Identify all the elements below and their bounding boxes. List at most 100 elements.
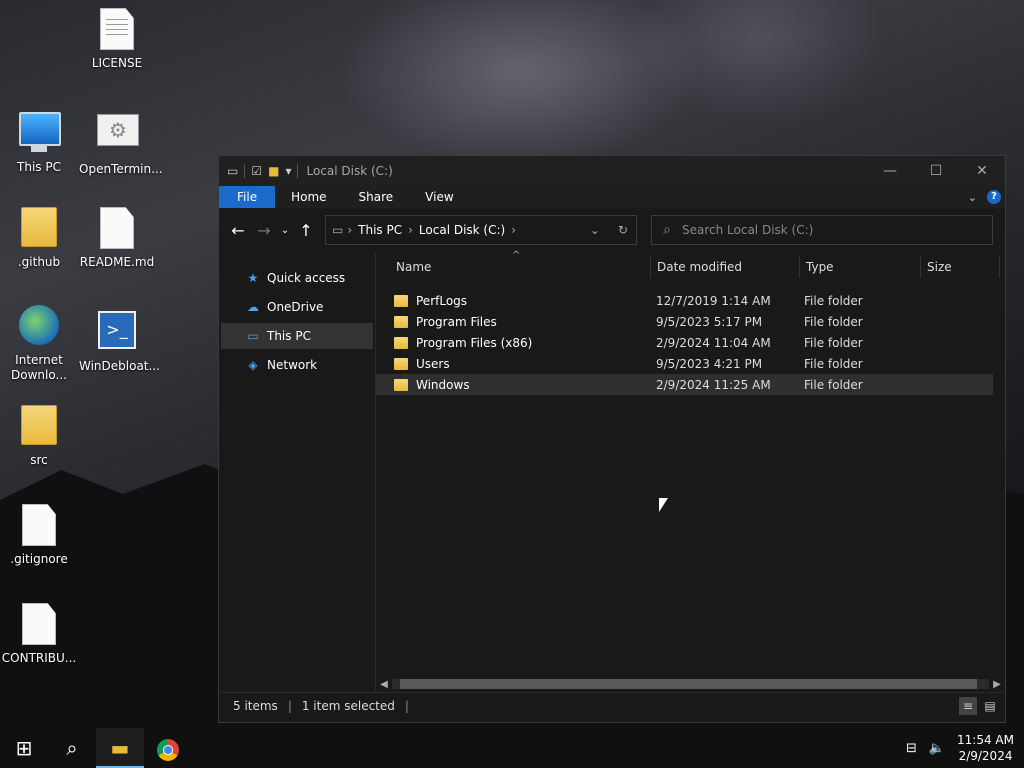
file-date: 9/5/2023 5:17 PM [656, 314, 763, 329]
file-type: File folder [804, 356, 863, 371]
clock[interactable]: 11:54 AM 2/9/2024 [957, 732, 1014, 764]
nav-item-this-pc[interactable]: ▭ This PC [221, 323, 373, 349]
file-row[interactable]: Program Files (x86) 2/9/2024 11:04 AM Fi… [376, 332, 1005, 353]
search-box[interactable]: ⌕ Search Local Disk (C:) [651, 215, 993, 245]
file-row-selected[interactable]: Windows 2/9/2024 11:25 AM File folder [376, 374, 993, 395]
search-placeholder: Search Local Disk (C:) [682, 223, 814, 237]
up-arrow-icon[interactable]: ↑ [293, 221, 319, 240]
column-headers: ^ Name Date modified Type Size [376, 250, 1005, 278]
ribbon-tabs: File Home Share View ⌄ ? [219, 186, 1005, 208]
nav-item-label: Network [267, 358, 318, 372]
computer-icon: ▭ [247, 329, 259, 343]
help-icon[interactable]: ? [987, 190, 1001, 204]
desktop-icon-label: LICENSE [91, 56, 143, 70]
nav-item-label: This PC [267, 329, 311, 343]
desktop-icon-openterminal[interactable]: ⚙ OpenTermin... [79, 108, 163, 177]
desktop-icon-this-pc[interactable]: This PC [1, 108, 77, 175]
navigation-bar: ← → ⌄ ↑ ▭ › This PC › Local Disk (C:) › … [219, 208, 1005, 252]
drive-icon: ▭ [227, 164, 239, 178]
tab-view[interactable]: View [409, 186, 469, 208]
desktop-icon-label: This PC [17, 160, 61, 174]
breadcrumb-local-disk[interactable]: Local Disk (C:) [415, 223, 509, 237]
large-icons-view-icon[interactable]: ▤ [981, 697, 999, 715]
document-icon [19, 504, 59, 548]
file-type: File folder [804, 335, 863, 350]
computer-icon [19, 112, 61, 156]
clock-time: 11:54 AM [957, 733, 1014, 747]
scroll-right-icon[interactable]: ▶ [989, 679, 1005, 690]
folder-icon [394, 357, 408, 370]
details-view-icon[interactable]: ≡ [959, 697, 977, 715]
search-icon: ⌕ [663, 222, 671, 238]
desktop-icon-label: OpenTermin... [79, 162, 163, 176]
expand-ribbon-icon[interactable]: ⌄ [968, 191, 977, 204]
column-type[interactable]: Type [800, 256, 921, 278]
desktop-icon-github[interactable]: .github [1, 207, 77, 270]
back-arrow-icon[interactable]: ← [225, 221, 251, 240]
new-folder-icon[interactable]: ■ [268, 164, 279, 178]
breadcrumb-this-pc[interactable]: This PC [354, 223, 406, 237]
cloud-icon: ☁ [247, 300, 259, 314]
refresh-icon[interactable]: ↻ [618, 223, 628, 237]
star-icon: ★ [247, 271, 259, 285]
volume-muted-icon[interactable]: 🔈 [929, 741, 945, 756]
folder-icon [394, 378, 408, 391]
file-list: ^ Name Date modified Type Size PerfLogs … [376, 250, 1005, 692]
desktop-icon-readme[interactable]: README.md [79, 207, 155, 270]
file-explorer-icon[interactable]: ▬ [96, 728, 144, 768]
desktop-icon-internet-download-manager[interactable]: Internet Downlo... [1, 305, 77, 383]
folder-icon [19, 405, 59, 449]
desktop-icon-label: README.md [79, 255, 155, 269]
document-icon [19, 603, 59, 647]
address-dropdown-icon[interactable]: ⌄ [590, 223, 600, 237]
document-icon [97, 207, 137, 251]
chrome-icon[interactable] [144, 728, 192, 768]
scrollbar-thumb[interactable] [400, 679, 977, 689]
desktop-icon-windebloat[interactable]: >_ WinDebloat... [79, 305, 160, 374]
close-button[interactable]: ✕ [959, 156, 1005, 186]
desktop-icon-contributing[interactable]: CONTRIBU... [1, 603, 77, 666]
nav-item-label: Quick access [267, 271, 346, 285]
tab-share[interactable]: Share [343, 186, 410, 208]
forward-arrow-icon[interactable]: → [251, 221, 277, 240]
desktop-icon-license[interactable]: LICENSE [79, 8, 155, 71]
address-bar[interactable]: ▭ › This PC › Local Disk (C:) › ⌄ ↻ [325, 215, 637, 245]
column-date-modified[interactable]: Date modified [651, 256, 800, 278]
desktop-icon-label: src [30, 453, 48, 467]
desktop-icon-label: Internet Downlo... [11, 353, 67, 382]
start-button-windows-icon[interactable]: ⊞ [0, 728, 48, 768]
folder-icon [19, 207, 59, 251]
network-icon[interactable]: ⊟ [906, 741, 917, 756]
file-date: 2/9/2024 11:04 AM [656, 335, 771, 350]
nav-item-network[interactable]: ◈ Network [221, 352, 373, 378]
file-type: File folder [804, 377, 863, 392]
drive-icon: ▭ [332, 223, 344, 237]
properties-icon[interactable]: ☑ [251, 164, 262, 178]
taskbar: ⊞ ⌕ ▬ ⊟ 🔈 11:54 AM 2/9/2024 [0, 728, 1024, 768]
idm-icon [19, 305, 59, 349]
file-row[interactable]: Users 9/5/2023 4:21 PM File folder [376, 353, 1005, 374]
desktop-icon-src[interactable]: src [1, 405, 77, 468]
column-size[interactable]: Size [921, 256, 1000, 278]
horizontal-scrollbar[interactable]: ◀ ▶ [376, 676, 1005, 692]
customize-toolbar-icon[interactable]: ▾ [285, 164, 291, 178]
file-explorer-window: ▭ ☑ ■ ▾ Local Disk (C:) — ☐ ✕ File Home … [218, 155, 1006, 723]
search-icon[interactable]: ⌕ [48, 728, 96, 768]
column-name[interactable]: Name [394, 256, 651, 278]
maximize-button[interactable]: ☐ [913, 156, 959, 186]
tab-home[interactable]: Home [275, 186, 342, 208]
file-row[interactable]: PerfLogs 12/7/2019 1:14 AM File folder [376, 290, 1005, 311]
nav-item-quick-access[interactable]: ★ Quick access [221, 265, 373, 291]
scroll-left-icon[interactable]: ◀ [376, 679, 392, 690]
file-name: Users [416, 356, 450, 371]
recent-locations-chevron-icon[interactable]: ⌄ [277, 225, 293, 236]
clock-date: 2/9/2024 [958, 749, 1013, 763]
minimize-button[interactable]: — [867, 156, 913, 186]
navigation-pane: ★ Quick access ☁ OneDrive ▭ This PC ◈ Ne… [219, 252, 376, 692]
desktop-icon-gitignore[interactable]: .gitignore [1, 504, 77, 567]
file-row[interactable]: Program Files 9/5/2023 5:17 PM File fold… [376, 311, 1005, 332]
nav-item-onedrive[interactable]: ☁ OneDrive [221, 294, 373, 320]
title-bar[interactable]: ▭ ☑ ■ ▾ Local Disk (C:) — ☐ ✕ [219, 156, 1005, 186]
tab-file[interactable]: File [219, 186, 276, 208]
file-date: 9/5/2023 4:21 PM [656, 356, 763, 371]
